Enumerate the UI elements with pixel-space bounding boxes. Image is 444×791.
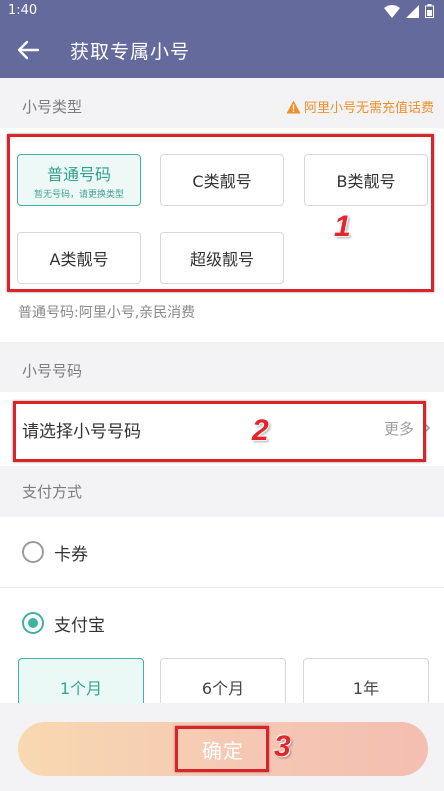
type-option-label: 超级靓号 xyxy=(189,250,254,269)
number-select-label: 小号号码 xyxy=(22,362,83,380)
number-type-label: 小号类型 xyxy=(22,98,83,116)
type-option-b[interactable]: B类靓号 xyxy=(304,154,428,206)
type-option-c[interactable]: C类靓号 xyxy=(160,154,284,206)
number-select-row[interactable]: 请选择小号号码 更多 xyxy=(0,392,444,466)
confirm-button[interactable]: 确定 xyxy=(18,722,428,776)
type-option-label: C类靓号 xyxy=(192,172,252,191)
type-option-super[interactable]: 超级靓号 xyxy=(160,232,284,284)
warning-icon xyxy=(286,100,301,113)
type-option-a[interactable]: A类靓号 xyxy=(17,232,141,284)
page-title: 获取专属小号 xyxy=(70,41,191,63)
app-bar: 获取专属小号 xyxy=(0,22,444,78)
chevron-right-icon xyxy=(422,421,430,435)
more-link[interactable]: 更多 xyxy=(384,418,414,439)
payment-label: 支付方式 xyxy=(22,483,83,501)
annotation-marker-2: 2 xyxy=(252,414,269,447)
type-option-normal[interactable]: 普通号码 暂无号码，请更换类型 xyxy=(17,154,141,206)
payment-method-label: 卡券 xyxy=(54,545,88,565)
status-bar: 1:40 xyxy=(0,0,444,22)
recharge-warning: 阿里小号无需充值话费 xyxy=(286,97,434,116)
type-option-label: 普通号码 xyxy=(46,164,111,184)
type-option-label: B类靓号 xyxy=(336,172,396,191)
status-icons xyxy=(384,4,434,18)
period-label: 6个月 xyxy=(201,679,245,698)
battery-icon xyxy=(425,4,434,18)
period-label: 1个月 xyxy=(59,679,103,698)
radio-checked[interactable] xyxy=(22,612,44,634)
type-option-sub: 暂无号码，请更换类型 xyxy=(33,189,124,200)
payment-method-coupon[interactable]: 卡券 xyxy=(0,517,444,587)
annotation-marker-3: 3 xyxy=(274,730,291,763)
type-description: 普通号码:阿里小号,亲民消费 xyxy=(18,305,196,321)
payment-method-label: 支付宝 xyxy=(54,616,105,636)
confirm-label: 确定 xyxy=(202,738,244,763)
period-label: 1年 xyxy=(352,679,380,698)
annotation-marker-1: 1 xyxy=(334,210,351,243)
wifi-icon xyxy=(384,4,400,18)
radio-unchecked[interactable] xyxy=(22,541,44,563)
number-select-placeholder: 请选择小号号码 xyxy=(22,422,141,442)
status-time: 1:40 xyxy=(8,3,38,18)
type-option-label: A类靓号 xyxy=(49,250,109,269)
back-arrow-icon[interactable] xyxy=(14,36,42,64)
signal-icon xyxy=(406,4,419,18)
warning-text: 阿里小号无需充值话费 xyxy=(303,101,434,116)
